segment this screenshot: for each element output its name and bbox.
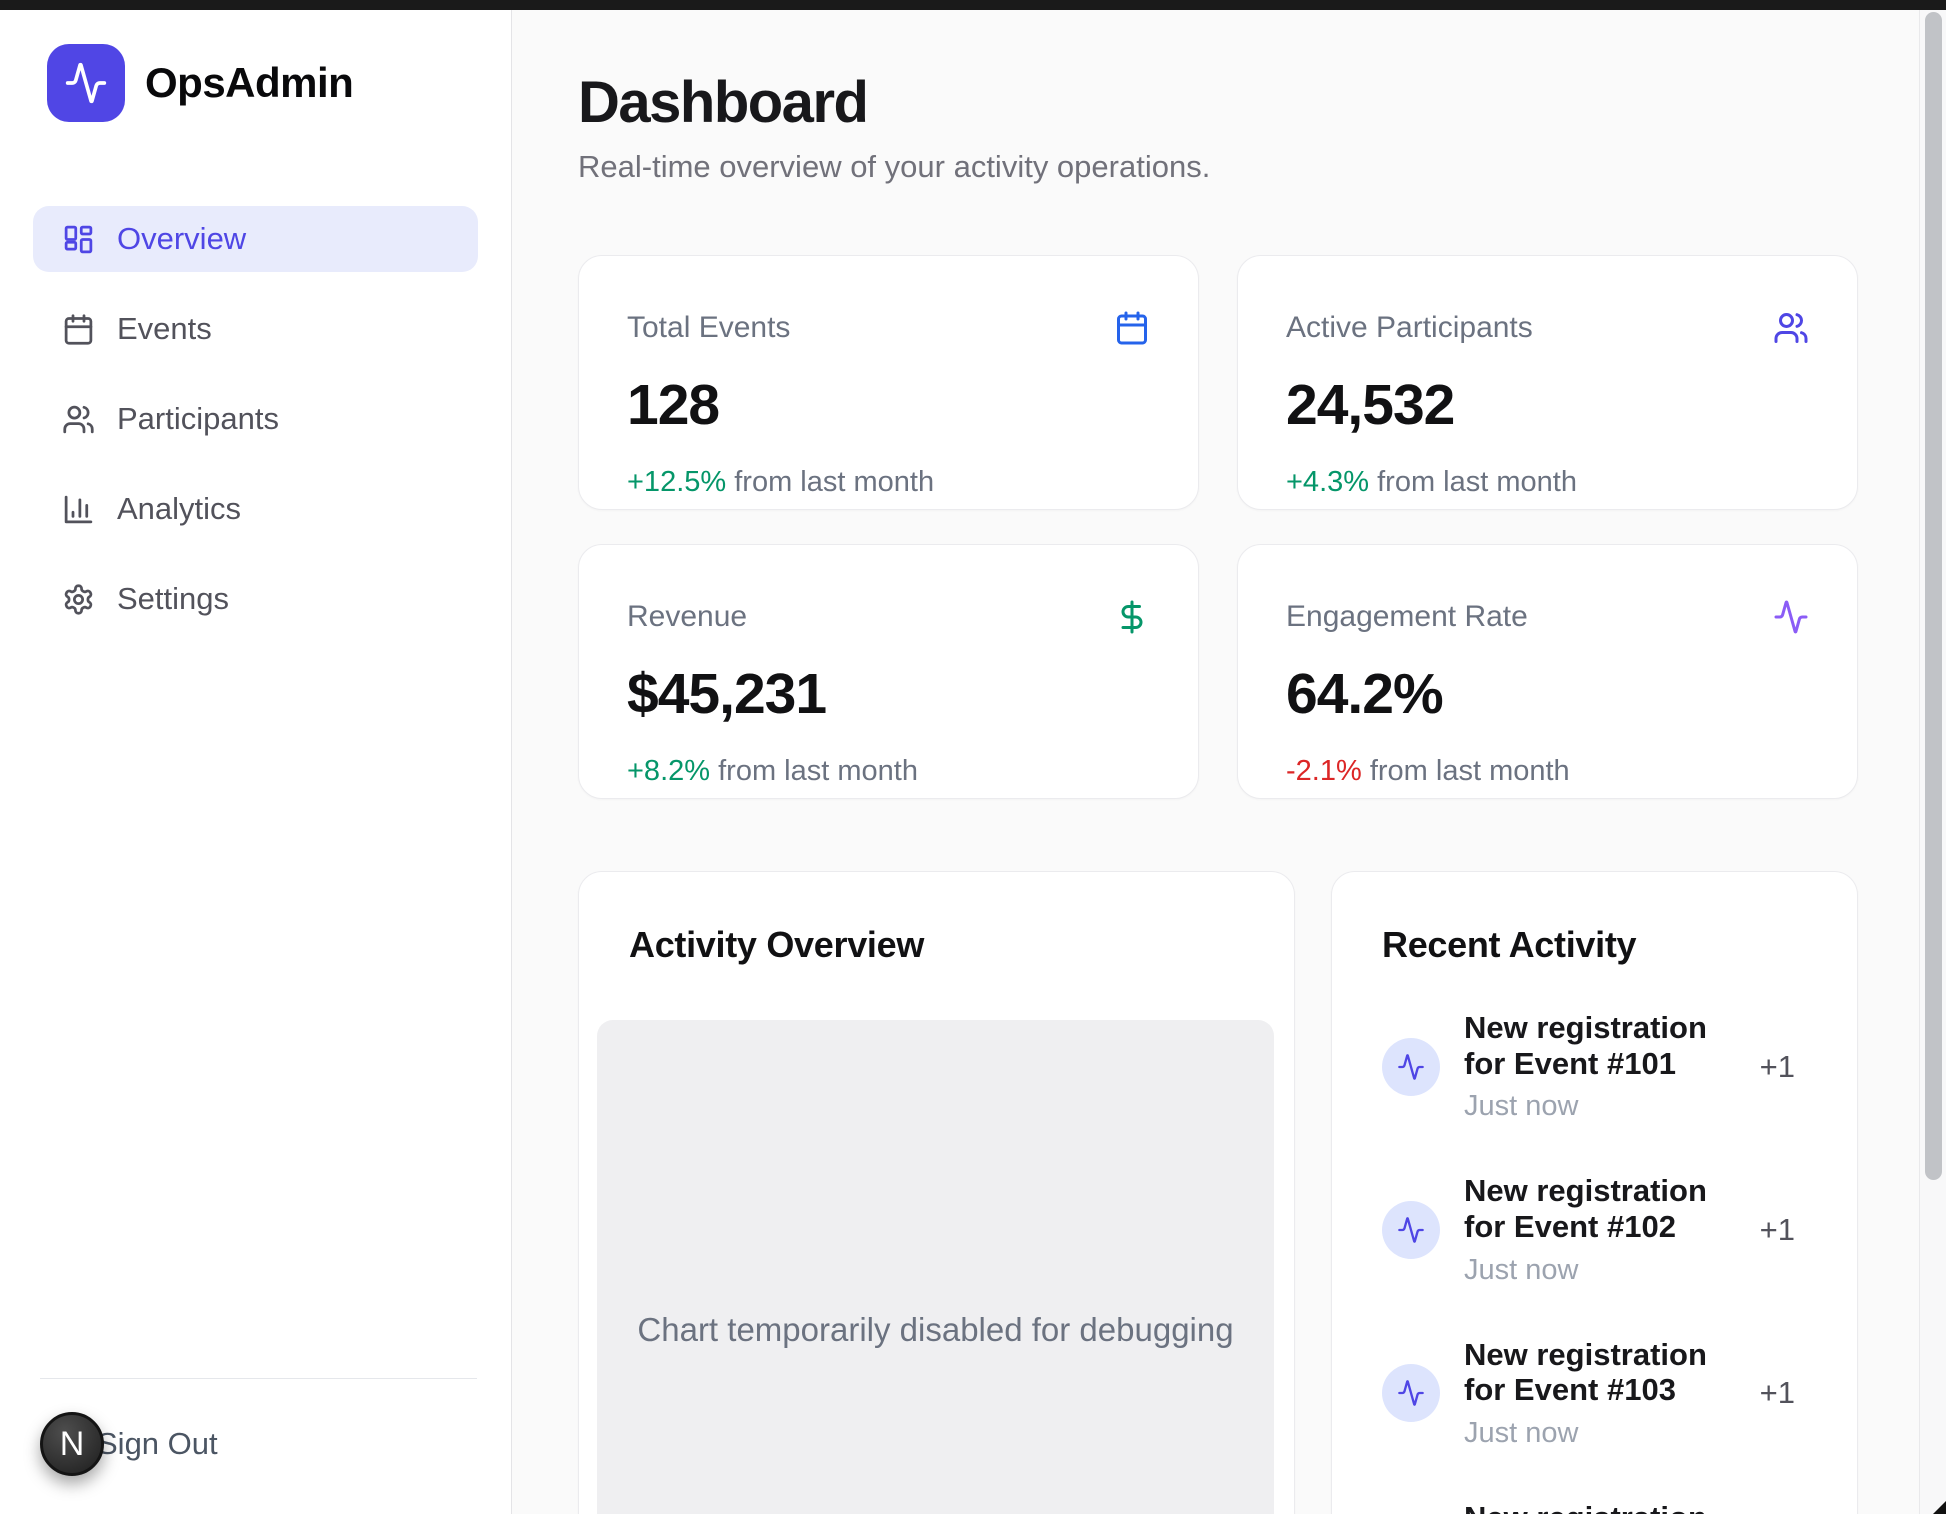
stat-label: Active Participants [1286,311,1533,345]
activity-item-badge: +1 [1760,1375,1807,1411]
sidebar-item-overview[interactable]: Overview [33,206,478,272]
activity-overview-panel: Activity Overview Chart temporarily disa… [578,871,1295,1514]
page-subtitle: Real-time overview of your activity oper… [578,149,1858,185]
users-icon [62,403,95,436]
window-resize-grip [1933,1501,1946,1514]
stat-card: Revenue $45,231 +8.2% from last month [578,544,1199,799]
activity-icon [1773,599,1809,635]
activity-item-time: Just now [1464,1090,1736,1123]
stat-delta: +12.5% from last month [627,466,1150,499]
bottom-grid: Activity Overview Chart temporarily disa… [578,871,1858,1514]
stat-delta-percent: +12.5% [627,466,726,498]
sidebar-item-analytics[interactable]: Analytics [33,476,478,542]
stat-value: 64.2% [1286,661,1809,727]
activity-item-badge: +1 [1760,1212,1807,1248]
stat-value: $45,231 [627,661,1150,727]
activity-icon [1382,1038,1440,1096]
activity-list-item: New registration for Event #103 Just now… [1382,1337,1807,1450]
vertical-scrollbar-thumb[interactable] [1925,12,1942,1180]
calendar-icon [62,313,95,346]
activity-item-title: New registration for Event #102 [1464,1173,1736,1244]
recent-activity-panel: Recent Activity New registration for Eve… [1331,871,1858,1514]
vertical-scrollbar-track [1919,10,1946,1514]
sidebar-item-settings[interactable]: Settings [33,566,478,632]
stat-card: Active Participants 24,532 +4.3% from la… [1237,255,1858,510]
recent-activity-list: New registration for Event #101 Just now… [1382,1010,1807,1514]
chart-placeholder: Chart temporarily disabled for debugging [597,1020,1274,1514]
bar-chart-icon [62,493,95,526]
recent-activity-title: Recent Activity [1382,924,1807,966]
activity-item-title: New registration for Event #103 [1464,1337,1736,1408]
app-window: OpsAdmin Overview Events Participants An… [0,0,1946,1514]
sidebar-item-events[interactable]: Events [33,296,478,362]
activity-list-item: New registration for Event #104 Just now… [1382,1500,1807,1514]
stat-delta-percent: +8.2% [627,755,710,787]
stats-grid: Total Events 128 +12.5% from last month … [578,255,1858,799]
activity-overview-title: Activity Overview [629,924,1244,966]
stat-delta: -2.1% from last month [1286,755,1809,788]
stat-value: 24,532 [1286,372,1809,438]
activity-item-time: Just now [1464,1254,1736,1287]
stat-label: Engagement Rate [1286,600,1528,634]
stat-delta: +4.3% from last month [1286,466,1809,499]
stat-delta-percent: -2.1% [1286,755,1362,787]
stat-label: Total Events [627,311,790,345]
activity-item-badge: +1 [1760,1049,1807,1085]
activity-icon [1382,1201,1440,1259]
stat-delta: +8.2% from last month [627,755,1150,788]
sign-out-button[interactable]: Sign Out [97,1426,218,1462]
brand-name: OpsAdmin [145,59,353,107]
user-avatar[interactable]: N [40,1412,104,1476]
activity-list-item: New registration for Event #101 Just now… [1382,1010,1807,1123]
sidebar-footer: N Sign Out [40,1378,477,1514]
stat-card: Engagement Rate 64.2% -2.1% from last mo… [1237,544,1858,799]
activity-list-item: New registration for Event #102 Just now… [1382,1173,1807,1286]
stat-value: 128 [627,372,1150,438]
users-icon [1773,310,1809,346]
calendar-icon [1114,310,1150,346]
activity-item-title: New registration for Event #104 [1464,1500,1736,1514]
activity-icon [1382,1364,1440,1422]
sidebar-item-participants[interactable]: Participants [33,386,478,452]
stat-card: Total Events 128 +12.5% from last month [578,255,1199,510]
activity-item-time: Just now [1464,1417,1736,1450]
stat-delta-percent: +4.3% [1286,466,1369,498]
brand: OpsAdmin [0,10,511,122]
gear-icon [62,583,95,616]
sidebar: OpsAdmin Overview Events Participants An… [0,10,512,1514]
main-content: Dashboard Real-time overview of your act… [512,10,1946,1514]
stat-label: Revenue [627,600,747,634]
layout-dashboard-icon [62,223,95,256]
page-title: Dashboard [578,74,1858,132]
sidebar-nav: Overview Events Participants Analytics S… [0,206,511,632]
top-black-bar [0,0,1946,10]
activity-item-title: New registration for Event #101 [1464,1010,1736,1081]
dollar-icon [1114,599,1150,635]
activity-icon [47,44,125,122]
